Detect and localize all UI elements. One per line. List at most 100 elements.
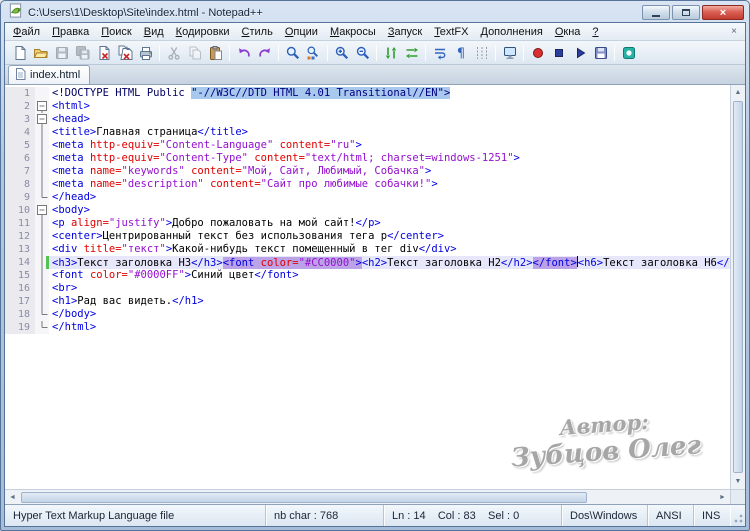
- line-number[interactable]: 10: [5, 204, 35, 217]
- menu-search[interactable]: Поиск: [95, 25, 137, 39]
- redo-icon[interactable]: [254, 43, 275, 63]
- stop-macro-icon[interactable]: [548, 43, 569, 63]
- line-number[interactable]: 12: [5, 230, 35, 243]
- fold-toggle-icon[interactable]: [35, 113, 49, 126]
- line-number[interactable]: 3: [5, 113, 35, 126]
- menu-syntax[interactable]: Стиль: [236, 25, 279, 39]
- menu-view[interactable]: Вид: [138, 25, 170, 39]
- save-macro-icon[interactable]: [590, 43, 611, 63]
- plugin-icon[interactable]: [618, 43, 639, 63]
- save-all-icon[interactable]: [72, 43, 93, 63]
- menu-settings[interactable]: Опции: [279, 25, 324, 39]
- code-line[interactable]: 15 <font color="#0000FF">Синий цвет</font…: [5, 269, 730, 282]
- line-number[interactable]: 14: [5, 256, 35, 269]
- title-bar[interactable]: C:\Users\1\Desktop\Site\index.html - Not…: [4, 1, 746, 22]
- code-line[interactable]: 1 <!DOCTYPE HTML Public "-//W3C//DTD HTML…: [5, 87, 730, 100]
- line-number[interactable]: 1: [5, 87, 35, 100]
- paste-icon[interactable]: [205, 43, 226, 63]
- maximize-button[interactable]: [672, 5, 700, 20]
- toolbar-separator: [614, 44, 615, 61]
- resize-grip[interactable]: [730, 505, 745, 526]
- line-number[interactable]: 2: [5, 100, 35, 113]
- line-number[interactable]: 6: [5, 152, 35, 165]
- line-number[interactable]: 16: [5, 282, 35, 295]
- replace-icon[interactable]: [303, 43, 324, 63]
- scroll-up-icon[interactable]: ▲: [731, 85, 745, 100]
- menu-plugins[interactable]: Дополнения: [474, 25, 548, 39]
- menu-window[interactable]: Окна: [549, 25, 587, 39]
- code-line[interactable]: 16 <br>: [5, 282, 730, 295]
- copy-icon[interactable]: [184, 43, 205, 63]
- line-number[interactable]: 17: [5, 295, 35, 308]
- vertical-scrollbar[interactable]: ▲ ▼: [731, 85, 745, 489]
- code-line[interactable]: 10 <body>: [5, 204, 730, 217]
- code-line[interactable]: 7 <meta name="keywords" content="Мой, Сай…: [5, 165, 730, 178]
- code-line[interactable]: 5 <meta http-equiv="Content-Language" con…: [5, 139, 730, 152]
- line-number[interactable]: 7: [5, 165, 35, 178]
- line-number[interactable]: 11: [5, 217, 35, 230]
- code-line[interactable]: 18 </body>: [5, 308, 730, 321]
- close-button[interactable]: ×: [702, 5, 744, 20]
- menu-help[interactable]: ?: [586, 25, 604, 39]
- code-line[interactable]: 19 </html>: [5, 321, 730, 334]
- line-number[interactable]: 15: [5, 269, 35, 282]
- print-icon[interactable]: [135, 43, 156, 63]
- line-number[interactable]: 8: [5, 178, 35, 191]
- line-number[interactable]: 13: [5, 243, 35, 256]
- code-line[interactable]: 11 <p align="justify">Добро пожаловать на…: [5, 217, 730, 230]
- close-file-icon[interactable]: [93, 43, 114, 63]
- code-line[interactable]: 4 <title>Главная страница</title>: [5, 126, 730, 139]
- play-macro-icon[interactable]: [569, 43, 590, 63]
- show-all-chars-icon[interactable]: ¶: [450, 43, 471, 63]
- fold-toggle-icon[interactable]: [35, 204, 49, 217]
- line-number[interactable]: 18: [5, 308, 35, 321]
- line-number[interactable]: 9: [5, 191, 35, 204]
- open-file-icon[interactable]: [30, 43, 51, 63]
- cut-icon[interactable]: [163, 43, 184, 63]
- editor[interactable]: Автор: Зубцов Олег 1 <!DOCTYPE HTML Publi…: [5, 85, 745, 504]
- find-icon[interactable]: [282, 43, 303, 63]
- code-line[interactable]: 8 <meta name="description" content="Сайт …: [5, 178, 730, 191]
- word-wrap-icon[interactable]: [429, 43, 450, 63]
- zoom-in-icon[interactable]: [331, 43, 352, 63]
- undo-icon[interactable]: [233, 43, 254, 63]
- scroll-right-icon[interactable]: ►: [715, 490, 730, 505]
- menu-file[interactable]: Файл: [7, 25, 46, 39]
- scroll-down-icon[interactable]: ▼: [731, 474, 745, 489]
- code-line[interactable]: 6 <meta http-equiv="Content-Type" content…: [5, 152, 730, 165]
- code-line[interactable]: 14 <h3>Текст заголовка H3</h3><font color…: [5, 256, 730, 269]
- menu-edit[interactable]: Правка: [46, 25, 95, 39]
- code-line[interactable]: 2 <html>: [5, 100, 730, 113]
- menu-macro[interactable]: Макросы: [324, 25, 382, 39]
- sync-horizontal-icon[interactable]: [401, 43, 422, 63]
- zoom-out-icon[interactable]: [352, 43, 373, 63]
- tab-index-html[interactable]: index.html: [8, 65, 91, 84]
- code-line[interactable]: 3 <head>: [5, 113, 730, 126]
- horizontal-scrollbar[interactable]: ◄ ►: [5, 489, 730, 504]
- close-all-icon[interactable]: [114, 43, 135, 63]
- toolbar-separator: [159, 44, 160, 61]
- vertical-scroll-thumb[interactable]: [733, 101, 743, 473]
- code-line[interactable]: 17 <h1>Рад вас видеть.</h1>: [5, 295, 730, 308]
- record-macro-icon[interactable]: [527, 43, 548, 63]
- save-icon[interactable]: [51, 43, 72, 63]
- menu-textfx[interactable]: TextFX: [428, 25, 474, 39]
- editor-lines[interactable]: Автор: Зубцов Олег 1 <!DOCTYPE HTML Publi…: [5, 85, 730, 489]
- indent-guide-icon[interactable]: [471, 43, 492, 63]
- menu-encoding[interactable]: Кодировки: [170, 25, 236, 39]
- fold-toggle-icon[interactable]: [35, 100, 49, 113]
- menu-run[interactable]: Запуск: [382, 25, 428, 39]
- code-line[interactable]: 13 <div title="текст">Какой-нибудь текст …: [5, 243, 730, 256]
- line-number[interactable]: 19: [5, 321, 35, 334]
- scroll-left-icon[interactable]: ◄: [5, 490, 20, 505]
- line-number[interactable]: 4: [5, 126, 35, 139]
- menubar-close-icon[interactable]: ×: [725, 26, 743, 37]
- view-monitor-icon[interactable]: [499, 43, 520, 63]
- minimize-button[interactable]: [642, 5, 670, 20]
- sync-vertical-icon[interactable]: [380, 43, 401, 63]
- code-line[interactable]: 12 <center>Центрированный текст без испол…: [5, 230, 730, 243]
- horizontal-scroll-thumb[interactable]: [21, 491, 587, 503]
- code-line[interactable]: 9 </head>: [5, 191, 730, 204]
- new-file-icon[interactable]: [9, 43, 30, 63]
- line-number[interactable]: 5: [5, 139, 35, 152]
